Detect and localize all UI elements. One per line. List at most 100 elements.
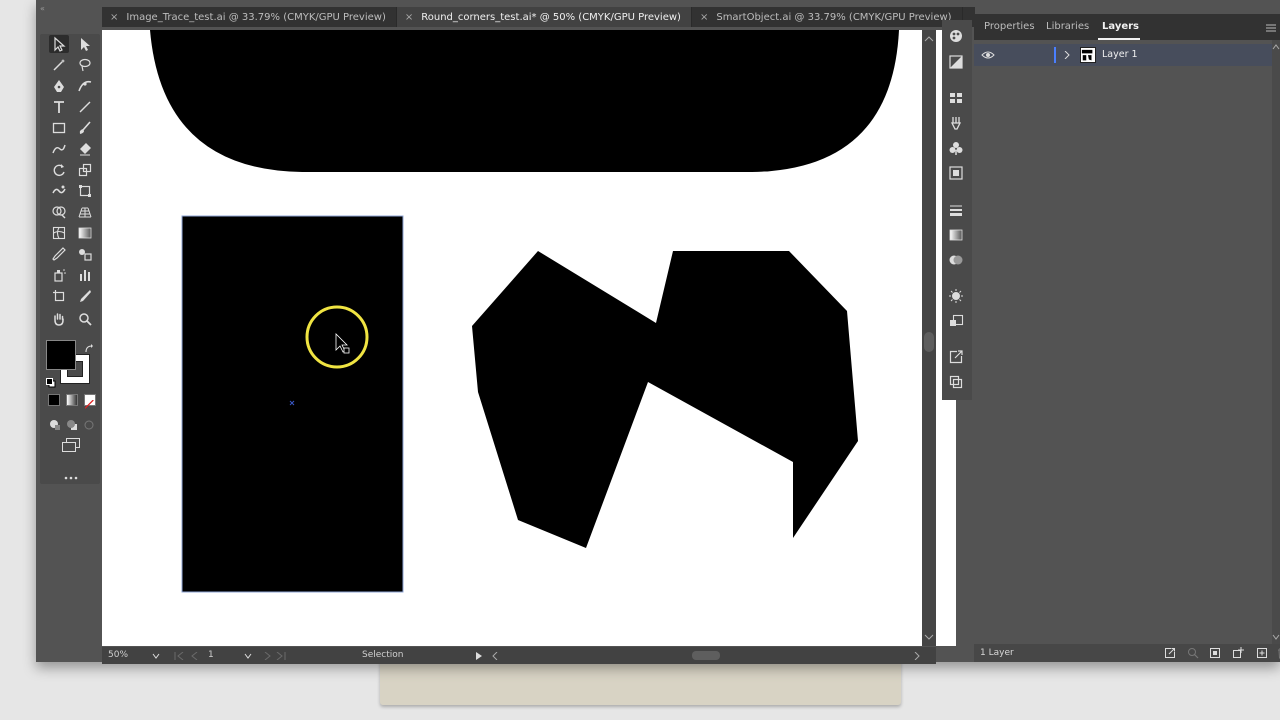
tab-smart-object[interactable]: × SmartObject.ai @ 33.79% (CMYK/GPU Prev… (692, 7, 963, 27)
canvas[interactable] (102, 30, 956, 646)
magic-wand-tool[interactable] (49, 56, 69, 74)
rounded-rectangle-shape[interactable] (150, 30, 899, 172)
color-mode-button[interactable] (48, 394, 60, 406)
hand-tool[interactable] (49, 310, 69, 328)
vertical-scroll-thumb[interactable] (924, 332, 934, 352)
panel-scroll-down-icon[interactable] (1272, 634, 1280, 640)
tab-image-trace[interactable]: × Image_Trace_test.ai @ 33.79% (CMYK/GPU… (102, 7, 397, 27)
draw-inside-icon[interactable] (83, 416, 95, 430)
scroll-right-icon[interactable] (914, 652, 920, 660)
gradient-mode-button[interactable] (66, 394, 78, 406)
create-new-layer-icon[interactable] (1256, 647, 1268, 659)
artboard-dropdown-icon[interactable] (244, 653, 252, 659)
draw-normal-icon[interactable] (49, 416, 61, 430)
eyedropper-tool[interactable] (49, 245, 69, 263)
lasso-tool[interactable] (75, 56, 95, 74)
layer-name[interactable]: Layer 1 (1102, 49, 1138, 60)
last-artboard-icon[interactable] (276, 652, 286, 660)
scroll-up-icon[interactable] (924, 36, 934, 42)
gradient-icon[interactable] (948, 227, 966, 243)
none-mode-button[interactable] (84, 394, 96, 409)
pathfinder-icon[interactable] (948, 374, 966, 390)
color-guide-icon[interactable] (948, 54, 966, 70)
zoom-dropdown-icon[interactable] (152, 653, 160, 659)
scroll-left-icon[interactable] (492, 652, 498, 660)
appearance-sun-icon[interactable] (948, 288, 966, 304)
type-tool[interactable] (49, 98, 69, 116)
export-icon[interactable] (948, 349, 966, 365)
panel-menu-icon[interactable] (1266, 24, 1276, 32)
layer-row[interactable]: Layer 1 (974, 44, 1272, 66)
slice-tool-icon (80, 290, 91, 302)
next-artboard-icon[interactable] (264, 652, 272, 660)
horizontal-scroll-thumb[interactable] (692, 651, 720, 660)
transparency-icon[interactable] (948, 252, 966, 268)
symbols-icon[interactable] (948, 140, 966, 156)
shape-builder-tool[interactable] (49, 203, 69, 221)
draw-behind-icon[interactable] (66, 416, 78, 430)
line-segment-tool[interactable] (75, 98, 95, 116)
graphic-styles-icon[interactable] (948, 165, 966, 181)
scroll-down-icon[interactable] (924, 634, 934, 640)
slice-tool[interactable] (75, 287, 95, 305)
fill-swatch[interactable] (46, 340, 76, 370)
selection-tool[interactable] (49, 35, 69, 53)
rectangle-tool[interactable] (49, 119, 69, 137)
shaper-tool[interactable] (49, 140, 69, 158)
swatches-grid-icon[interactable] (948, 90, 966, 106)
collect-export-icon[interactable] (1164, 647, 1176, 659)
screen-mode-icon[interactable] (62, 437, 80, 452)
panel-scroll-up-icon[interactable] (1272, 44, 1280, 50)
zoom-level[interactable]: 50% (108, 650, 128, 660)
free-transform-tool[interactable] (75, 182, 95, 200)
appearance-icon[interactable] (948, 28, 966, 44)
gradient-tool[interactable] (75, 224, 95, 242)
scale-tool[interactable] (75, 161, 95, 179)
blend-tool[interactable] (75, 245, 95, 263)
tab-layers[interactable]: Layers (1102, 21, 1139, 32)
first-artboard-icon[interactable] (174, 652, 184, 660)
eyedropper-tool-icon (52, 247, 66, 261)
curvature-tool[interactable] (75, 77, 95, 95)
paintbrush-tool[interactable] (75, 119, 95, 137)
eraser-tool[interactable] (75, 140, 95, 158)
close-icon[interactable]: × (405, 12, 413, 23)
rotate-tool[interactable] (49, 161, 69, 179)
status-menu-arrow-icon[interactable] (476, 652, 482, 660)
vertical-scrollbar[interactable] (922, 30, 936, 646)
expand-layer-chevron-icon[interactable] (1064, 51, 1070, 59)
panel-scrollbar[interactable] (1272, 40, 1280, 644)
previous-artboard-icon[interactable] (190, 652, 198, 660)
delete-layer-icon[interactable] (1276, 647, 1280, 659)
lasso-tool-icon (79, 58, 91, 72)
artboard-tool[interactable] (49, 287, 69, 305)
tab-properties[interactable]: Properties (984, 21, 1035, 32)
swap-fill-stroke-icon[interactable] (84, 339, 94, 353)
warp-tool[interactable] (49, 182, 69, 200)
more-tools-icon[interactable] (64, 466, 78, 480)
stroke-icon[interactable] (948, 202, 966, 218)
default-fill-stroke-icon[interactable] (46, 373, 56, 388)
panel-tab-bar: Properties Libraries Layers (974, 14, 1280, 40)
close-icon[interactable]: × (110, 12, 118, 23)
visibility-eye-icon[interactable] (981, 50, 995, 60)
symbol-sprayer-tool[interactable] (49, 266, 69, 284)
pen-tool[interactable] (49, 77, 69, 95)
close-icon[interactable]: × (700, 12, 708, 23)
image-trace-icon[interactable] (948, 313, 966, 329)
create-sublayer-icon[interactable] (1232, 647, 1244, 659)
brushes-icon[interactable] (948, 115, 966, 131)
perspective-grid-tool[interactable] (75, 203, 95, 221)
artboard-number[interactable]: 1 (208, 650, 214, 660)
collapse-tools-icon[interactable]: « (40, 4, 45, 13)
polygon-shape[interactable] (472, 251, 858, 548)
tab-libraries[interactable]: Libraries (1046, 21, 1089, 32)
column-graph-tool[interactable] (75, 266, 95, 284)
direct-selection-tool[interactable] (75, 35, 95, 53)
locate-object-icon[interactable] (1187, 647, 1199, 659)
free-transform-tool-icon (79, 185, 91, 197)
tab-round-corners[interactable]: × Round_corners_test.ai* @ 50% (CMYK/GPU… (396, 7, 692, 27)
make-clipping-mask-icon[interactable] (1209, 647, 1221, 659)
zoom-tool[interactable] (75, 310, 95, 328)
mesh-tool[interactable] (49, 224, 69, 242)
